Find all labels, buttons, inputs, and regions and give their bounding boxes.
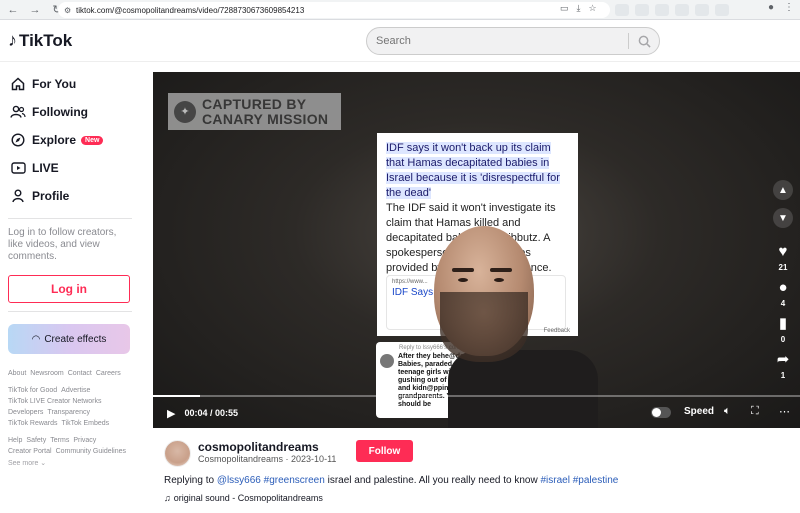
mention-link[interactable]: @lssy666: [217, 475, 261, 486]
people-icon: [9, 105, 27, 119]
sidebar-item-live[interactable]: LIVE: [0, 154, 140, 182]
sidebar: For You Following Explore New LIVE Profi…: [0, 62, 140, 513]
bookmark-icon: ▮: [778, 315, 788, 332]
sidebar-item-for-you[interactable]: For You: [0, 70, 140, 98]
video-caption: Replying to @lssy666 #greenscreen israel…: [164, 475, 619, 486]
follow-button[interactable]: Follow: [356, 440, 413, 462]
compass-icon: [9, 133, 27, 147]
canary-logo-icon: ✦: [174, 100, 196, 123]
sidebar-item-following[interactable]: Following: [0, 98, 140, 126]
cast-icon[interactable]: ▭: [560, 3, 569, 14]
footer-link[interactable]: TikTok Embeds: [62, 420, 110, 427]
login-button[interactable]: Log in: [8, 275, 130, 303]
comment-action[interactable]: ● 4: [778, 279, 788, 309]
music-note-icon: ♫: [164, 493, 171, 503]
hashtag-link[interactable]: #israel: [541, 475, 570, 486]
search-box: [366, 27, 660, 55]
home-icon: [9, 77, 27, 91]
tiktok-note-icon: ♪: [8, 30, 17, 50]
sidebar-item-explore[interactable]: Explore New: [0, 126, 140, 154]
bookmark-star-icon[interactable]: ☆: [589, 3, 597, 14]
site-header: ♪ TikTok: [0, 20, 800, 62]
like-action[interactable]: ♥ 21: [778, 243, 788, 273]
footer-link[interactable]: Creator Portal: [8, 448, 52, 455]
comment-count: 4: [780, 299, 786, 308]
share-action[interactable]: ➦ 1: [776, 351, 790, 381]
footer-link[interactable]: Terms: [50, 437, 69, 444]
search-button[interactable]: [629, 35, 659, 48]
search-input[interactable]: [367, 28, 628, 54]
footer-link[interactable]: TikTok LIVE Creator Networks: [8, 398, 102, 405]
footer-link[interactable]: Developers: [8, 409, 43, 416]
video-player[interactable]: ✦ CAPTURED BY CANARY MISSION IDF says it…: [153, 72, 800, 428]
browser-toolbar: ← → ↻ ⚙ tiktok.com/@cosmopolitandreams/v…: [0, 0, 800, 20]
footer-link[interactable]: Newsroom: [30, 370, 63, 377]
profile-icon[interactable]: ●: [768, 2, 774, 13]
video-controls: ▶ 00:04 / 00:55 Speed 🔈︎ ⛶ ⋯: [153, 402, 800, 424]
autoscroll-toggle[interactable]: [651, 407, 671, 418]
volume-icon[interactable]: 🔈︎: [724, 405, 731, 418]
more-options-icon[interactable]: ⋯: [779, 405, 790, 418]
share-count: 1: [780, 371, 786, 380]
video-side-controls: ▲ ▼ ♥ 21 ● 4 ▮ 0 ➦ 1: [771, 180, 795, 380]
sidebar-divider: [8, 311, 132, 312]
tiktok-logo[interactable]: ♪ TikTok: [8, 30, 72, 51]
search-icon: [638, 35, 651, 48]
save-action[interactable]: ▮ 0: [778, 315, 788, 345]
previous-video-button[interactable]: ▲: [773, 180, 793, 200]
back-icon[interactable]: ←: [4, 1, 22, 19]
footer-link[interactable]: Contact: [68, 370, 92, 377]
sidebar-divider: [8, 218, 132, 219]
article-headline: IDF says it won't back up its claim that…: [386, 142, 560, 199]
creator-username[interactable]: cosmopolitandreams: [198, 440, 319, 454]
footer-link[interactable]: Help: [8, 437, 22, 444]
heart-icon: ♥: [778, 243, 788, 260]
progress-bar[interactable]: [153, 395, 800, 397]
sound-link[interactable]: ♫ original sound - Cosmopolitandreams: [164, 493, 323, 503]
live-icon: [9, 162, 27, 174]
footer-link[interactable]: TikTok for Good: [8, 387, 57, 394]
video-info: cosmopolitandreams Cosmopolitandreams · …: [153, 430, 800, 513]
creator-face: [428, 222, 598, 428]
footer-links: About Newsroom Contact Careers TikTok fo…: [0, 370, 140, 467]
footer-link[interactable]: Transparency: [47, 409, 90, 416]
footer-link[interactable]: TikTok Rewards: [8, 420, 58, 427]
progress-fill: [153, 395, 201, 397]
play-icon[interactable]: ▶: [167, 407, 175, 420]
share-icon: ➦: [776, 351, 790, 368]
footer-link[interactable]: Advertise: [61, 387, 90, 394]
extensions-area: [615, 4, 745, 16]
new-badge: New: [81, 135, 104, 145]
forward-icon[interactable]: →: [26, 1, 44, 19]
comment-icon: ●: [778, 279, 788, 296]
hashtag-link[interactable]: #palestine: [573, 475, 619, 486]
footer-link[interactable]: About: [8, 370, 26, 377]
footer-link[interactable]: Safety: [26, 437, 46, 444]
footer-link[interactable]: Community Guidelines: [56, 448, 126, 455]
fullscreen-icon[interactable]: ⛶: [751, 405, 759, 418]
footer-link[interactable]: Careers: [96, 370, 121, 377]
effects-icon: ◠: [31, 333, 41, 345]
menu-icon[interactable]: ⋮: [784, 2, 794, 13]
person-icon: [9, 189, 27, 203]
speed-button[interactable]: Speed: [684, 406, 714, 417]
commenter-avatar: [380, 354, 394, 368]
creator-meta: Cosmopolitandreams · 2023-10-11: [198, 454, 337, 464]
site-info-icon[interactable]: ⚙: [64, 6, 76, 15]
create-effects-button[interactable]: ◠ Create effects: [8, 324, 130, 354]
time-display: 00:04 / 00:55: [184, 408, 239, 418]
like-count: 21: [778, 263, 788, 272]
save-count: 0: [780, 335, 786, 344]
see-more-link[interactable]: See more ⌄: [8, 459, 46, 467]
address-bar[interactable]: ⚙ tiktok.com/@cosmopolitandreams/video/7…: [58, 2, 610, 18]
url-text: tiktok.com/@cosmopolitandreams/video/728…: [76, 5, 305, 15]
download-icon[interactable]: ⤓: [577, 3, 581, 14]
next-video-button[interactable]: ▼: [773, 208, 793, 228]
footer-link[interactable]: Privacy: [73, 437, 96, 444]
hashtag-link[interactable]: #greenscreen: [264, 475, 325, 486]
login-hint: Log in to follow creators, like videos, …: [8, 227, 117, 262]
sidebar-item-profile[interactable]: Profile: [0, 182, 140, 210]
watermark: ✦ CAPTURED BY CANARY MISSION: [168, 93, 341, 130]
creator-avatar[interactable]: [164, 440, 191, 467]
